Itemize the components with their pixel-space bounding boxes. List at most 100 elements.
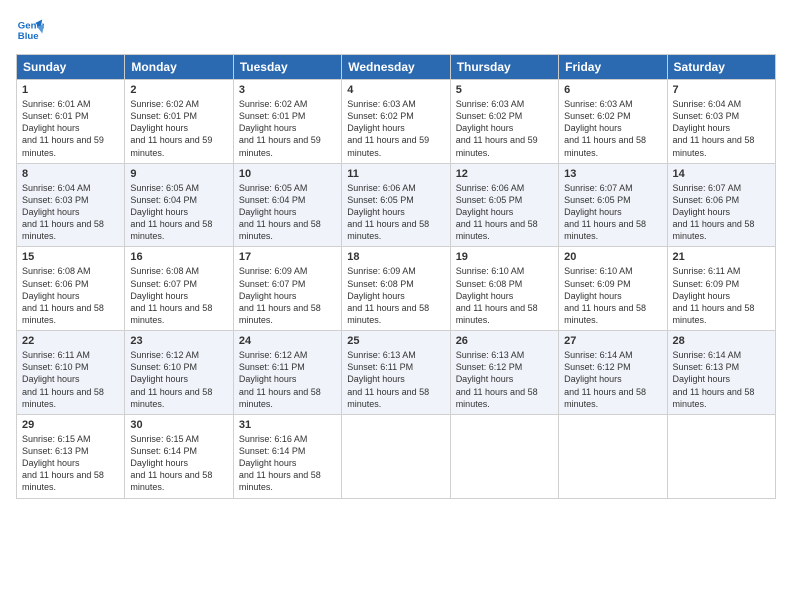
calendar-week-5: 29 Sunrise: 6:15 AMSunset: 6:13 PMDaylig… [17, 414, 776, 498]
cell-info: Sunrise: 6:14 AMSunset: 6:12 PMDaylight … [564, 350, 646, 409]
cell-info: Sunrise: 6:12 AMSunset: 6:10 PMDaylight … [130, 350, 212, 409]
day-number: 30 [130, 419, 227, 431]
day-number: 16 [130, 251, 227, 263]
cell-info: Sunrise: 6:13 AMSunset: 6:11 PMDaylight … [347, 350, 429, 409]
calendar-cell: 12 Sunrise: 6:06 AMSunset: 6:05 PMDaylig… [450, 163, 558, 247]
cell-info: Sunrise: 6:16 AMSunset: 6:14 PMDaylight … [239, 434, 321, 493]
calendar-cell: 16 Sunrise: 6:08 AMSunset: 6:07 PMDaylig… [125, 247, 233, 331]
cell-info: Sunrise: 6:09 AMSunset: 6:07 PMDaylight … [239, 266, 321, 325]
calendar-cell: 20 Sunrise: 6:10 AMSunset: 6:09 PMDaylig… [559, 247, 667, 331]
day-header-friday: Friday [559, 55, 667, 80]
day-number: 19 [456, 251, 553, 263]
day-number: 17 [239, 251, 336, 263]
calendar-cell: 28 Sunrise: 6:14 AMSunset: 6:13 PMDaylig… [667, 331, 775, 415]
calendar-cell: 15 Sunrise: 6:08 AMSunset: 6:06 PMDaylig… [17, 247, 125, 331]
day-number: 20 [564, 251, 661, 263]
day-number: 6 [564, 84, 661, 96]
calendar-cell: 21 Sunrise: 6:11 AMSunset: 6:09 PMDaylig… [667, 247, 775, 331]
day-number: 28 [673, 335, 770, 347]
cell-info: Sunrise: 6:02 AMSunset: 6:01 PMDaylight … [239, 99, 321, 158]
day-header-monday: Monday [125, 55, 233, 80]
cell-info: Sunrise: 6:08 AMSunset: 6:07 PMDaylight … [130, 266, 212, 325]
cell-info: Sunrise: 6:12 AMSunset: 6:11 PMDaylight … [239, 350, 321, 409]
day-header-wednesday: Wednesday [342, 55, 450, 80]
day-number: 2 [130, 84, 227, 96]
calendar-cell: 13 Sunrise: 6:07 AMSunset: 6:05 PMDaylig… [559, 163, 667, 247]
day-number: 23 [130, 335, 227, 347]
cell-info: Sunrise: 6:07 AMSunset: 6:05 PMDaylight … [564, 183, 646, 242]
logo-icon: General Blue [16, 16, 44, 44]
cell-info: Sunrise: 6:09 AMSunset: 6:08 PMDaylight … [347, 266, 429, 325]
calendar-cell [450, 414, 558, 498]
cell-info: Sunrise: 6:10 AMSunset: 6:09 PMDaylight … [564, 266, 646, 325]
day-number: 7 [673, 84, 770, 96]
calendar-week-1: 1 Sunrise: 6:01 AMSunset: 6:01 PMDayligh… [17, 80, 776, 164]
day-number: 5 [456, 84, 553, 96]
calendar-cell [559, 414, 667, 498]
day-number: 13 [564, 168, 661, 180]
calendar-cell: 26 Sunrise: 6:13 AMSunset: 6:12 PMDaylig… [450, 331, 558, 415]
calendar-cell: 6 Sunrise: 6:03 AMSunset: 6:02 PMDayligh… [559, 80, 667, 164]
page: General Blue SundayMondayTuesdayWednesda… [0, 0, 792, 612]
calendar-cell: 18 Sunrise: 6:09 AMSunset: 6:08 PMDaylig… [342, 247, 450, 331]
calendar-cell: 3 Sunrise: 6:02 AMSunset: 6:01 PMDayligh… [233, 80, 341, 164]
day-number: 26 [456, 335, 553, 347]
day-header-sunday: Sunday [17, 55, 125, 80]
calendar-cell: 5 Sunrise: 6:03 AMSunset: 6:02 PMDayligh… [450, 80, 558, 164]
cell-info: Sunrise: 6:15 AMSunset: 6:13 PMDaylight … [22, 434, 104, 493]
cell-info: Sunrise: 6:05 AMSunset: 6:04 PMDaylight … [239, 183, 321, 242]
calendar-cell: 19 Sunrise: 6:10 AMSunset: 6:08 PMDaylig… [450, 247, 558, 331]
header: General Blue [16, 16, 776, 44]
calendar-cell: 1 Sunrise: 6:01 AMSunset: 6:01 PMDayligh… [17, 80, 125, 164]
calendar-cell: 22 Sunrise: 6:11 AMSunset: 6:10 PMDaylig… [17, 331, 125, 415]
calendar-cell: 7 Sunrise: 6:04 AMSunset: 6:03 PMDayligh… [667, 80, 775, 164]
cell-info: Sunrise: 6:03 AMSunset: 6:02 PMDaylight … [347, 99, 429, 158]
day-header-tuesday: Tuesday [233, 55, 341, 80]
calendar-week-4: 22 Sunrise: 6:11 AMSunset: 6:10 PMDaylig… [17, 331, 776, 415]
cell-info: Sunrise: 6:07 AMSunset: 6:06 PMDaylight … [673, 183, 755, 242]
logo: General Blue [16, 16, 48, 44]
cell-info: Sunrise: 6:13 AMSunset: 6:12 PMDaylight … [456, 350, 538, 409]
day-number: 21 [673, 251, 770, 263]
calendar-cell: 14 Sunrise: 6:07 AMSunset: 6:06 PMDaylig… [667, 163, 775, 247]
day-number: 4 [347, 84, 444, 96]
calendar-cell: 24 Sunrise: 6:12 AMSunset: 6:11 PMDaylig… [233, 331, 341, 415]
cell-info: Sunrise: 6:15 AMSunset: 6:14 PMDaylight … [130, 434, 212, 493]
cell-info: Sunrise: 6:14 AMSunset: 6:13 PMDaylight … [673, 350, 755, 409]
day-number: 18 [347, 251, 444, 263]
calendar-cell: 29 Sunrise: 6:15 AMSunset: 6:13 PMDaylig… [17, 414, 125, 498]
calendar-cell: 4 Sunrise: 6:03 AMSunset: 6:02 PMDayligh… [342, 80, 450, 164]
calendar-cell: 11 Sunrise: 6:06 AMSunset: 6:05 PMDaylig… [342, 163, 450, 247]
day-number: 12 [456, 168, 553, 180]
cell-info: Sunrise: 6:03 AMSunset: 6:02 PMDaylight … [564, 99, 646, 158]
calendar-week-3: 15 Sunrise: 6:08 AMSunset: 6:06 PMDaylig… [17, 247, 776, 331]
day-number: 10 [239, 168, 336, 180]
cell-info: Sunrise: 6:05 AMSunset: 6:04 PMDaylight … [130, 183, 212, 242]
calendar-cell: 31 Sunrise: 6:16 AMSunset: 6:14 PMDaylig… [233, 414, 341, 498]
svg-text:Blue: Blue [18, 31, 39, 42]
cell-info: Sunrise: 6:04 AMSunset: 6:03 PMDaylight … [22, 183, 104, 242]
calendar-cell: 8 Sunrise: 6:04 AMSunset: 6:03 PMDayligh… [17, 163, 125, 247]
calendar-cell: 25 Sunrise: 6:13 AMSunset: 6:11 PMDaylig… [342, 331, 450, 415]
calendar-header-row: SundayMondayTuesdayWednesdayThursdayFrid… [17, 55, 776, 80]
cell-info: Sunrise: 6:10 AMSunset: 6:08 PMDaylight … [456, 266, 538, 325]
day-number: 3 [239, 84, 336, 96]
calendar-cell [342, 414, 450, 498]
day-header-thursday: Thursday [450, 55, 558, 80]
day-number: 14 [673, 168, 770, 180]
cell-info: Sunrise: 6:11 AMSunset: 6:09 PMDaylight … [673, 266, 755, 325]
calendar-cell [667, 414, 775, 498]
day-number: 22 [22, 335, 119, 347]
calendar-cell: 27 Sunrise: 6:14 AMSunset: 6:12 PMDaylig… [559, 331, 667, 415]
day-number: 24 [239, 335, 336, 347]
day-number: 31 [239, 419, 336, 431]
cell-info: Sunrise: 6:08 AMSunset: 6:06 PMDaylight … [22, 266, 104, 325]
day-number: 8 [22, 168, 119, 180]
day-number: 1 [22, 84, 119, 96]
calendar-cell: 2 Sunrise: 6:02 AMSunset: 6:01 PMDayligh… [125, 80, 233, 164]
day-number: 25 [347, 335, 444, 347]
day-number: 15 [22, 251, 119, 263]
day-header-saturday: Saturday [667, 55, 775, 80]
cell-info: Sunrise: 6:11 AMSunset: 6:10 PMDaylight … [22, 350, 104, 409]
calendar-table: SundayMondayTuesdayWednesdayThursdayFrid… [16, 54, 776, 499]
